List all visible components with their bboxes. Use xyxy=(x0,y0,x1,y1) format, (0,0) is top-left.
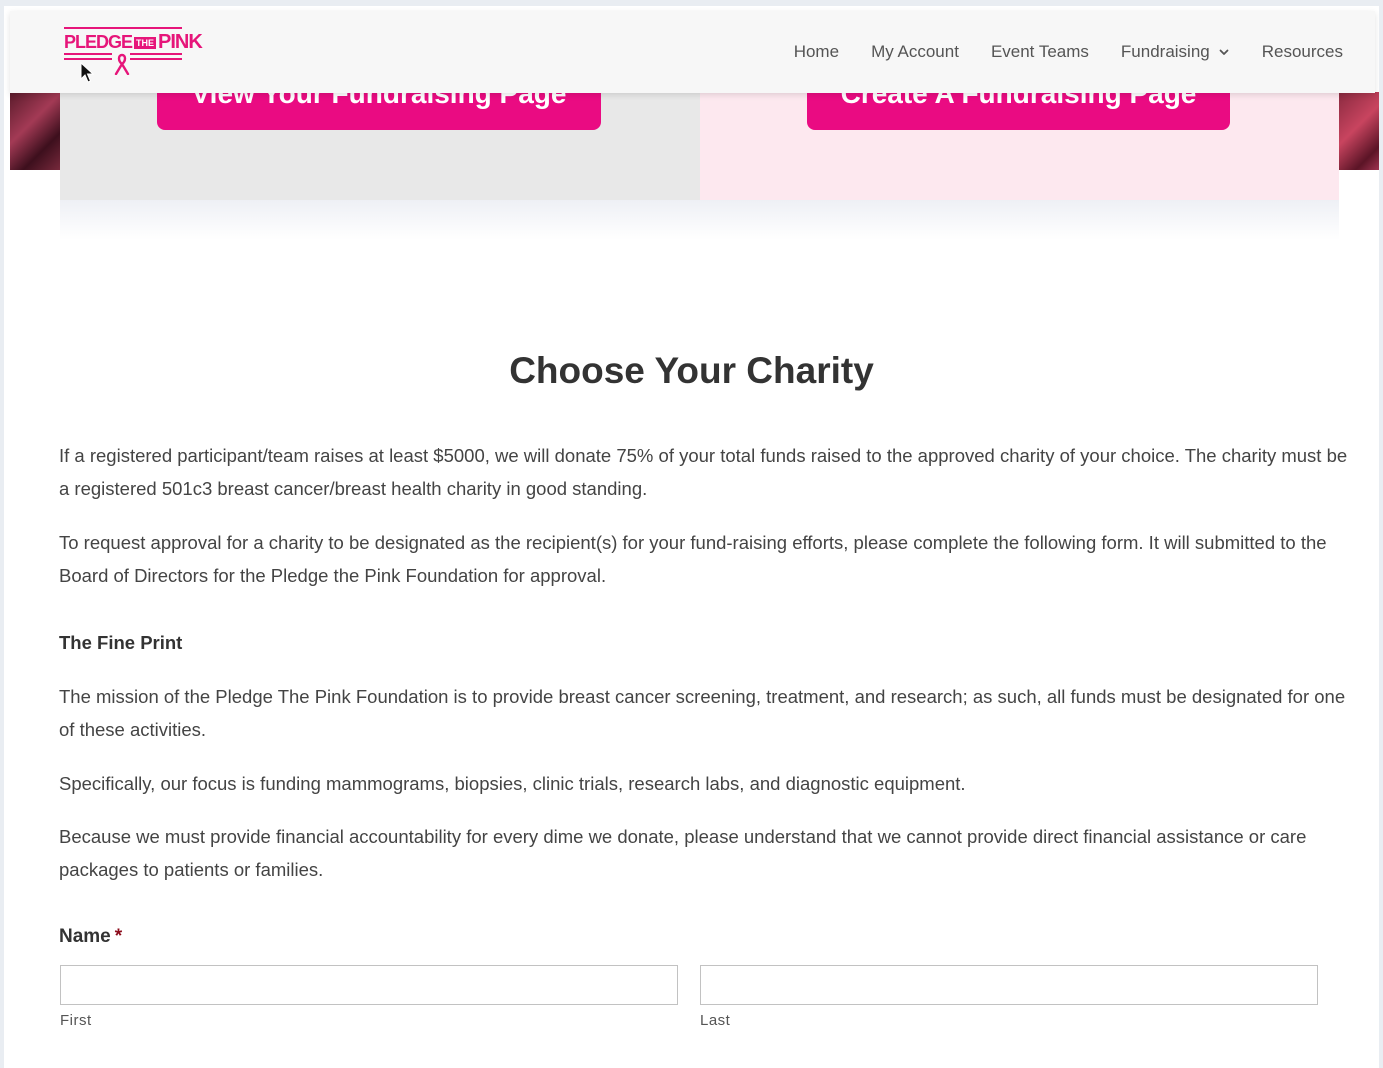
first-name-input[interactable] xyxy=(60,965,678,1005)
approval-paragraph: To request approval for a charity to be … xyxy=(59,532,1327,586)
nav-home-label: Home xyxy=(793,42,840,61)
nav-my-account[interactable]: My Account xyxy=(871,42,959,62)
required-asterisk: * xyxy=(114,926,123,947)
mission-paragraph: The mission of the Pledge The Pink Found… xyxy=(59,686,1346,740)
logo-rule-3 xyxy=(64,58,112,60)
name-label-text: Name xyxy=(59,926,111,947)
nav-my-account-label: My Account xyxy=(871,42,959,61)
logo-rule-2 xyxy=(130,53,182,55)
first-name-sublabel: First xyxy=(60,1012,92,1029)
nav-event-teams-label: Event Teams xyxy=(990,42,1089,61)
fundraising-panel-view: View Your Fundraising Page xyxy=(60,62,700,200)
page-frame: View Your Fundraising Page Create A Fund… xyxy=(4,6,1379,1068)
logo-word-pledge: PLEDGE xyxy=(64,32,133,52)
focus-paragraph: Specifically, our focus is funding mammo… xyxy=(59,773,966,794)
last-name-input[interactable] xyxy=(700,965,1318,1005)
logo-wordmark: PLEDGE THE PINK xyxy=(64,31,203,54)
hero-background-image-right xyxy=(1339,92,1379,170)
accountability-paragraph: Because we must provide financial accoun… xyxy=(59,826,1307,880)
hero-background-image-left xyxy=(10,92,62,170)
name-field-label: Name * xyxy=(59,926,122,948)
nav-home[interactable]: Home xyxy=(794,42,839,62)
fundraising-panel-create: Create A Fundraising Page xyxy=(700,62,1339,200)
logo-word-the: THE xyxy=(134,37,157,50)
logo-rule-4 xyxy=(130,58,182,60)
logo-word-pink: PINK xyxy=(158,31,203,53)
nav-fundraising[interactable]: Fundraising xyxy=(1121,42,1230,62)
logo-rule-1 xyxy=(64,53,112,55)
last-name-sublabel: Last xyxy=(700,1012,731,1029)
site-header: PLEDGE THE PINK Home My Account Event Team… xyxy=(10,11,1375,93)
pink-ribbon-icon xyxy=(114,53,130,75)
panel-shadow xyxy=(60,200,1339,240)
intro-paragraph: If a registered participant/team raises … xyxy=(59,445,1348,499)
fine-print-heading: The Fine Print xyxy=(59,632,183,653)
mouse-pointer-icon xyxy=(80,62,94,83)
chevron-down-icon xyxy=(1219,49,1229,55)
nav-resources[interactable]: Resources xyxy=(1262,42,1343,62)
page-title: Choose Your Charity xyxy=(509,350,874,391)
nav-resources-label: Resources xyxy=(1261,42,1343,61)
main-navigation: Home My Account Event Teams Fundraising … xyxy=(794,11,1343,93)
logo-rule-top xyxy=(64,27,182,29)
nav-fundraising-label: Fundraising xyxy=(1120,42,1210,61)
nav-event-teams[interactable]: Event Teams xyxy=(991,42,1089,62)
